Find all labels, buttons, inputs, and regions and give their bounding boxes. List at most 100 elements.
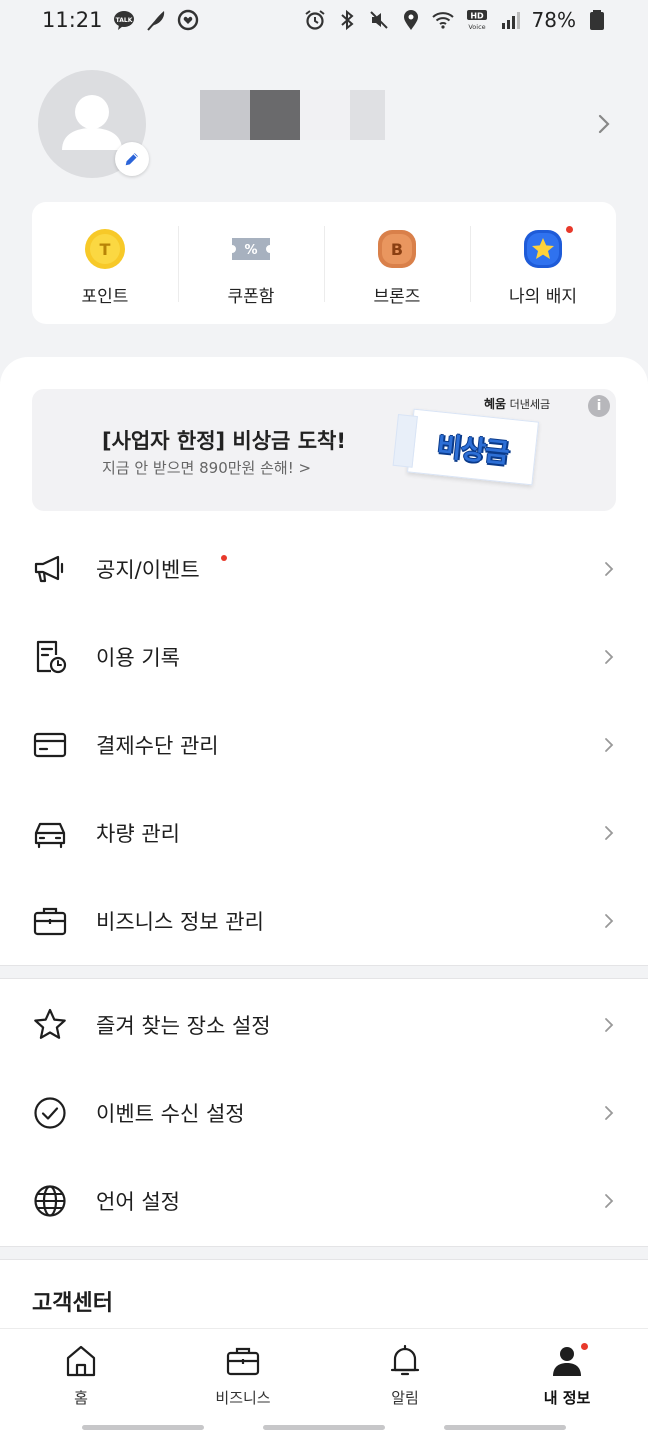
briefcase-icon	[32, 903, 68, 939]
nav-tab-home[interactable]: 홈	[0, 1329, 162, 1440]
profile-header[interactable]	[0, 60, 648, 190]
banner-subtitle: 지금 안 받으면 890만원 손해! >	[102, 459, 312, 477]
person-icon	[549, 1343, 588, 1379]
mute-icon	[368, 9, 390, 31]
coupon-ticket-icon: %	[230, 228, 272, 270]
ticket-text: 비상금	[435, 430, 510, 470]
svg-text:Voice: Voice	[468, 23, 485, 31]
new-info-dot	[581, 1343, 588, 1350]
nav-tab-my-info[interactable]: 내 정보	[486, 1329, 648, 1440]
menu-item-label: 즐겨 찾는 장소 설정	[96, 1014, 271, 1038]
nav-tab-label: 알림	[391, 1389, 419, 1407]
megaphone-icon	[32, 551, 68, 587]
quick-item-label: 나의 배지	[509, 287, 577, 307]
hd-voice-icon: HD Voice	[464, 9, 490, 31]
chevron-right-icon[interactable]	[592, 110, 616, 138]
svg-text:%: %	[244, 243, 257, 258]
location-icon	[400, 9, 422, 31]
star-outline-icon	[32, 1007, 68, 1043]
menu-item-event-notifications[interactable]: 이벤트 수신 설정	[0, 1069, 648, 1157]
menu-item-favorite-places[interactable]: 즐겨 찾는 장소 설정	[0, 981, 648, 1069]
menu-item-notice-event[interactable]: 공지/이벤트	[0, 525, 648, 613]
svg-text:TALK: TALK	[115, 17, 132, 24]
menu-item-label: 차량 관리	[96, 822, 180, 846]
svg-text:HD: HD	[470, 12, 484, 21]
nav-tab-label: 내 정보	[543, 1389, 591, 1407]
bronze-grade-icon: B	[376, 228, 418, 270]
quick-item-label: 쿠폰함	[227, 287, 275, 307]
menu-item-vehicle[interactable]: 차량 관리	[0, 789, 648, 877]
banner-brand: 혜움 더낸세금	[484, 397, 551, 411]
chevron-right-icon	[605, 562, 614, 576]
status-bar: 11:21 TALK HD Voice 78%	[0, 0, 648, 40]
menu-item-language[interactable]: 언어 설정	[0, 1157, 648, 1245]
star-badge-icon	[522, 226, 573, 270]
gesture-bar	[82, 1425, 204, 1430]
car-icon	[32, 815, 68, 851]
status-time: 11:21	[42, 8, 103, 32]
alarm-icon	[304, 9, 326, 31]
credit-card-icon	[32, 727, 68, 763]
globe-icon	[32, 1183, 68, 1219]
gesture-bar	[263, 1425, 385, 1430]
menu-item-label: 언어 설정	[96, 1190, 180, 1214]
feather-icon	[145, 9, 167, 31]
chevron-right-icon	[605, 1194, 614, 1208]
nav-tab-label: 비즈니스	[215, 1389, 271, 1407]
svg-text:T: T	[100, 240, 111, 259]
chevron-right-icon	[605, 914, 614, 928]
ticket-illustration: 비상금	[392, 408, 539, 486]
point-coin-icon: T	[84, 228, 126, 270]
heart-circle-icon	[177, 9, 199, 31]
customer-center-title[interactable]: 고객센터	[32, 1285, 113, 1317]
chevron-right-icon	[605, 738, 614, 752]
quick-item-points[interactable]: T 포인트	[32, 202, 178, 324]
banner-title: [사업자 한정] 비상금 도착!	[102, 429, 346, 453]
user-name-blurred	[200, 90, 385, 140]
quick-item-label: 포인트	[81, 287, 129, 307]
chevron-right-icon	[605, 1106, 614, 1120]
menu-item-label: 이벤트 수신 설정	[96, 1102, 245, 1126]
signal-icon	[500, 9, 522, 31]
edit-profile-button[interactable]	[115, 142, 149, 176]
quick-menu-card: T 포인트 % 쿠폰함 B 브론즈 나의 배지	[32, 202, 616, 324]
chevron-right-icon	[605, 826, 614, 840]
new-badge-dot	[566, 226, 573, 233]
bottom-navigation: 홈 비즈니스 알림 내 정보	[0, 1328, 648, 1440]
pencil-icon	[125, 153, 138, 166]
menu-item-label: 결제수단 관리	[96, 734, 219, 758]
bluetooth-icon	[336, 9, 358, 31]
history-document-icon	[32, 639, 68, 675]
nav-tab-label: 홈	[74, 1389, 88, 1407]
menu-item-business-info[interactable]: 비즈니스 정보 관리	[0, 877, 648, 965]
menu-item-payment-methods[interactable]: 결제수단 관리	[0, 701, 648, 789]
promo-banner[interactable]: [사업자 한정] 비상금 도착! 지금 안 받으면 890만원 손해! > 혜움…	[32, 389, 616, 511]
menu-item-label: 비즈니스 정보 관리	[96, 910, 264, 934]
nav-tab-business[interactable]: 비즈니스	[162, 1329, 324, 1440]
kakaotalk-icon: TALK	[113, 9, 135, 31]
menu-item-label: 이용 기록	[96, 646, 180, 670]
quick-item-badges[interactable]: 나의 배지	[470, 202, 616, 324]
nav-tab-notifications[interactable]: 알림	[324, 1329, 486, 1440]
new-notice-dot	[221, 555, 227, 561]
info-icon[interactable]: i	[588, 395, 610, 417]
chevron-right-icon	[605, 650, 614, 664]
section-divider	[0, 1246, 648, 1260]
quick-item-label: 브론즈	[373, 287, 421, 307]
briefcase-icon	[225, 1343, 261, 1379]
gesture-bar	[444, 1425, 566, 1430]
section-divider	[0, 965, 648, 979]
chevron-right-icon	[605, 1018, 614, 1032]
quick-item-grade[interactable]: B 브론즈	[324, 202, 470, 324]
quick-item-coupons[interactable]: % 쿠폰함	[178, 202, 324, 324]
bell-icon	[387, 1343, 423, 1379]
wifi-icon	[431, 9, 454, 31]
menu-item-usage-history[interactable]: 이용 기록	[0, 613, 648, 701]
menu-item-label: 공지/이벤트	[96, 558, 200, 582]
main-sheet: [사업자 한정] 비상금 도착! 지금 안 받으면 890만원 손해! > 혜움…	[0, 357, 648, 1440]
battery-icon	[586, 9, 608, 31]
check-circle-icon	[32, 1095, 68, 1131]
svg-text:B: B	[391, 240, 403, 259]
battery-percentage: 78%	[531, 8, 576, 32]
home-icon	[63, 1343, 99, 1379]
